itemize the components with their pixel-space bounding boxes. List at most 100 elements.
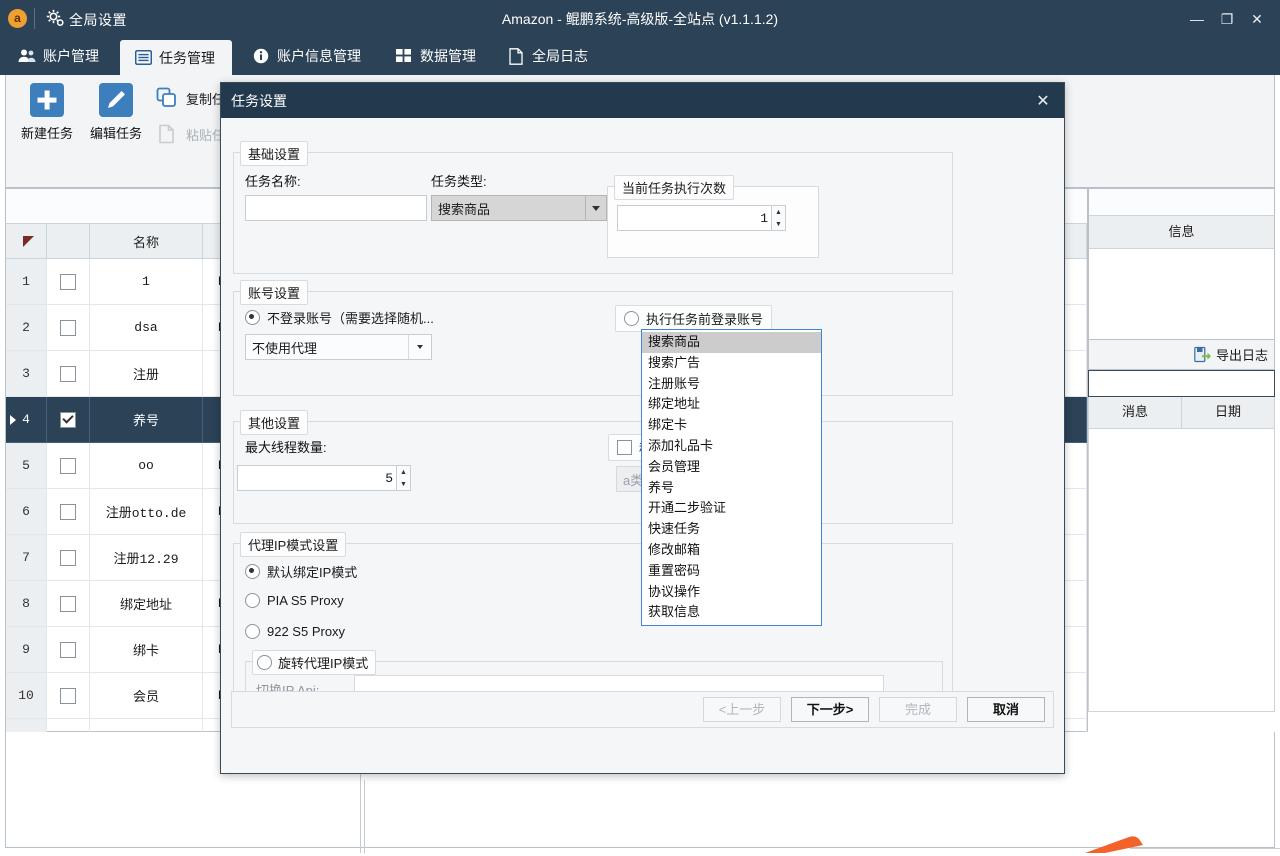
task-name-label: 任务名称:	[245, 174, 301, 189]
previous-step-button[interactable]: <上一步	[703, 697, 781, 722]
row-name: oo	[89, 442, 203, 489]
max-thread-input[interactable]: 5	[237, 465, 397, 491]
row-checkbox-cell[interactable]	[46, 350, 90, 397]
row-number: 10	[6, 672, 47, 719]
proxy-mode-option-pia[interactable]: PIA S5 Proxy	[245, 593, 344, 608]
max-thread-stepper[interactable]: ▲ ▼	[396, 465, 411, 491]
dropdown-option[interactable]: 快速任务	[642, 519, 821, 540]
minimize-button[interactable]: —	[1182, 8, 1212, 30]
row-name: 绑卡	[89, 626, 203, 673]
proxy-value: 不使用代理	[252, 340, 318, 356]
proxy-mode-option-default[interactable]: 默认绑定IP模式	[245, 562, 357, 581]
task-type-dropdown-list[interactable]: 搜索商品 搜索广告 注册账号 绑定地址 绑定卡 添加礼品卡 会员管理 养号 开通二步验证 快速任务…	[641, 329, 822, 627]
row-name: dsa	[89, 304, 203, 351]
stepper-down-icon[interactable]: ▼	[397, 478, 410, 490]
row-checkbox[interactable]	[60, 595, 76, 612]
proxy-combobox[interactable]: 不使用代理	[245, 334, 432, 360]
row-checkbox-cell[interactable]	[46, 258, 90, 305]
row-number: 1	[6, 258, 47, 305]
col-corner[interactable]	[6, 224, 47, 259]
row-checkbox[interactable]	[60, 457, 76, 474]
col-name[interactable]: 名称	[89, 224, 203, 259]
row-checkbox-cell[interactable]	[46, 626, 90, 673]
row-checkbox[interactable]	[60, 411, 76, 428]
stepper-up-icon[interactable]: ▲	[772, 206, 785, 218]
chevron-down-icon[interactable]	[585, 195, 607, 221]
next-step-button[interactable]: 下一步>	[791, 697, 869, 722]
run-count-input[interactable]: 1	[617, 205, 772, 231]
tab-account-info-management[interactable]: 账户信息管理	[238, 37, 381, 75]
row-checkbox[interactable]	[60, 549, 76, 566]
radio-dot-icon	[245, 593, 260, 608]
col-date[interactable]: 日期	[1182, 397, 1274, 428]
dropdown-option[interactable]: 开通二步验证	[642, 498, 821, 519]
login-before-task-radio[interactable]: 执行任务前登录账号	[615, 305, 773, 332]
run-count-stepper[interactable]: ▲ ▼	[771, 205, 786, 231]
row-name: 注册12.29	[89, 534, 203, 581]
row-name: 绑定地址	[89, 580, 203, 627]
dropdown-option[interactable]: 搜索商品	[642, 332, 821, 353]
task-type-label: 任务类型:	[431, 174, 487, 189]
rotate-proxy-radio[interactable]: 旋转代理IP模式	[252, 650, 377, 675]
info-block-header	[1089, 189, 1274, 216]
dropdown-option[interactable]: 绑定地址	[642, 394, 821, 415]
basic-settings-group: 基础设置 任务名称: 任务类型: 搜索商品	[233, 141, 953, 274]
chevron-down-icon[interactable]	[408, 335, 431, 359]
col-message[interactable]: 消息	[1089, 397, 1182, 428]
row-checkbox-cell[interactable]	[46, 488, 90, 535]
dropdown-option[interactable]: 修改邮箱	[642, 540, 821, 561]
row-checkbox-cell[interactable]	[46, 396, 90, 443]
info-column-header[interactable]: 信息	[1089, 216, 1274, 249]
info-block: 信息	[1088, 188, 1275, 340]
tab-task-management[interactable]: 任务管理	[120, 40, 232, 75]
row-checkbox[interactable]	[60, 319, 76, 336]
radio-dot-icon	[245, 564, 260, 579]
tab-global-log[interactable]: 全局日志	[493, 37, 603, 75]
dropdown-option[interactable]: 协议操作	[642, 582, 821, 603]
row-name: 会员	[89, 672, 203, 719]
tab-account-management[interactable]: 账户管理	[4, 37, 114, 75]
dropdown-option[interactable]: 注册账号	[642, 374, 821, 395]
search-input[interactable]	[1088, 370, 1275, 397]
dropdown-option[interactable]: 养号	[642, 478, 821, 499]
stepper-down-icon[interactable]: ▼	[772, 218, 785, 230]
row-checkbox[interactable]	[60, 687, 76, 704]
lower-divider-line-2	[364, 780, 365, 853]
no-login-radio[interactable]: 不登录账号（需要选择随机...	[245, 308, 434, 327]
dropdown-option[interactable]: 获取信息	[642, 602, 821, 623]
max-thread-label: 最大线程数量:	[245, 440, 327, 455]
col-checkbox	[46, 224, 90, 259]
tab-data-management[interactable]: 数据管理	[381, 37, 493, 75]
export-log-button[interactable]: 导出日志	[1088, 340, 1275, 370]
run-count-title: 当前任务执行次数	[614, 175, 735, 200]
close-icon[interactable]: ✕	[1032, 91, 1054, 111]
maximize-button[interactable]: ❐	[1212, 8, 1242, 30]
row-checkbox[interactable]	[60, 503, 76, 520]
dropdown-option[interactable]: 绑定卡	[642, 415, 821, 436]
row-name: 养号	[89, 396, 203, 443]
task-name-input[interactable]	[245, 195, 427, 221]
row-number: 6	[6, 488, 47, 535]
stepper-up-icon[interactable]: ▲	[397, 466, 410, 478]
dropdown-option[interactable]: 添加礼品卡	[642, 436, 821, 457]
cancel-button[interactable]: 取消	[967, 697, 1045, 722]
proxy-mode-option-922[interactable]: 922 S5 Proxy	[245, 624, 345, 639]
row-checkbox-cell[interactable]	[46, 672, 90, 719]
task-type-combobox[interactable]: 搜索商品	[431, 195, 607, 221]
dropdown-option[interactable]: 搜索广告	[642, 353, 821, 374]
row-checkbox[interactable]	[60, 641, 76, 658]
row-checkbox[interactable]	[60, 273, 76, 290]
new-task-button[interactable]: 新建任务	[12, 83, 82, 142]
account-settings-group: 账号设置 不登录账号（需要选择随机... 不使用代理 执行任务前登录账号	[233, 280, 953, 396]
row-checkbox-cell[interactable]	[46, 580, 90, 627]
dropdown-option[interactable]: 会员管理	[642, 457, 821, 478]
row-checkbox-cell[interactable]	[46, 534, 90, 581]
finish-button[interactable]: 完成	[879, 697, 957, 722]
row-checkbox-cell[interactable]	[46, 442, 90, 489]
run-count-value: 1	[760, 210, 768, 226]
row-checkbox[interactable]	[60, 365, 76, 382]
close-button[interactable]: ✕	[1242, 8, 1272, 30]
dropdown-option[interactable]: 重置密码	[642, 561, 821, 582]
row-checkbox-cell[interactable]	[46, 304, 90, 351]
edit-task-button[interactable]: 编辑任务	[81, 83, 151, 142]
